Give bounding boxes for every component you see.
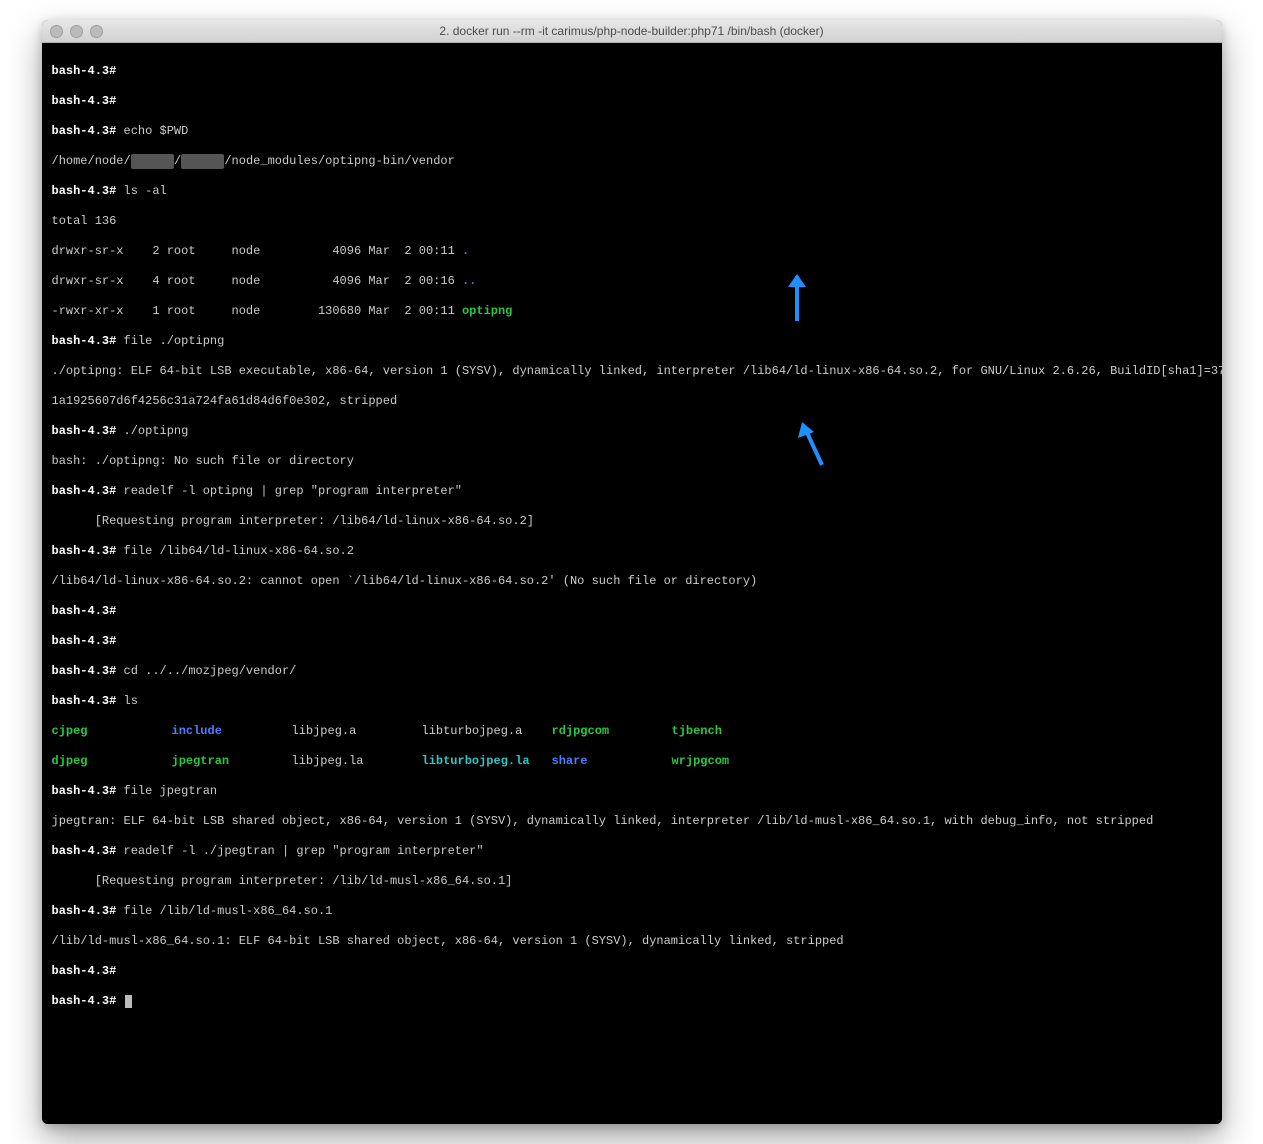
exec-name: rdjpgcom: [552, 724, 672, 739]
dir-name: ..: [462, 274, 476, 288]
cmd: cd ../../mozjpeg/vendor/: [124, 664, 297, 678]
prompt: bash-4.3#: [52, 424, 117, 438]
cmd: file ./optipng: [124, 334, 225, 348]
prompt: bash-4.3#: [52, 694, 117, 708]
cmd: readelf -l optipng | grep "program inter…: [124, 484, 462, 498]
output: drwxr-sr-x 4 root node 4096 Mar 2 00:16: [52, 274, 462, 288]
prompt: bash-4.3#: [52, 844, 117, 858]
cmd: ls: [124, 694, 138, 708]
output: [Requesting program interpreter: /lib/ld…: [52, 874, 1212, 889]
exec-name: cjpeg: [52, 724, 172, 739]
cmd: ./optipng: [124, 424, 189, 438]
dir-name: share: [552, 754, 672, 769]
terminal-body[interactable]: bash-4.3# bash-4.3# bash-4.3# echo $PWD …: [42, 43, 1222, 1124]
terminal-window: 2. docker run --rm -it carimus/php-node-…: [42, 20, 1222, 1124]
cmd: ls -al: [124, 184, 167, 198]
output: /node_modules/optipng-bin/vendor: [224, 154, 454, 168]
file-name: libturbojpeg.a: [422, 724, 552, 739]
output: ./optipng: ELF 64-bit LSB executable, x8…: [52, 364, 1212, 379]
prompt: bash-4.3#: [52, 544, 117, 558]
output: /lib/ld-musl-x86_64.so.1: ELF 64-bit LSB…: [52, 934, 1212, 949]
output: jpegtran: ELF 64-bit LSB shared object, …: [52, 814, 1212, 829]
output: total 136: [52, 214, 1212, 229]
prompt: bash-4.3#: [52, 484, 117, 498]
cmd: file /lib/ld-musl-x86_64.so.1: [124, 904, 333, 918]
redacted-text: xxxxxx: [181, 154, 224, 169]
cmd: file jpegtran: [124, 784, 218, 798]
prompt: bash-4.3#: [52, 334, 117, 348]
cmd: readelf -l ./jpegtran | grep "program in…: [124, 844, 484, 858]
prompt: bash-4.3#: [52, 64, 117, 78]
titlebar: 2. docker run --rm -it carimus/php-node-…: [42, 20, 1222, 43]
exec-name: optipng: [462, 304, 512, 318]
output: drwxr-sr-x 2 root node 4096 Mar 2 00:11: [52, 244, 462, 258]
exec-name: wrjpgcom: [672, 754, 730, 768]
redacted-text: xxxxxx: [131, 154, 174, 169]
file-name: libjpeg.la: [292, 754, 422, 769]
prompt: bash-4.3#: [52, 124, 117, 138]
cmd: echo $PWD: [124, 124, 189, 138]
output: /lib64/ld-linux-x86-64.so.2: cannot open…: [52, 574, 1212, 589]
file-name: libjpeg.a: [292, 724, 422, 739]
cmd: file /lib64/ld-linux-x86-64.so.2: [124, 544, 354, 558]
prompt: bash-4.3#: [52, 634, 117, 648]
prompt: bash-4.3#: [52, 664, 117, 678]
output: 1a1925607d6f4256c31a724fa61d84d6f0e302, …: [52, 394, 1212, 409]
cursor-icon: [125, 995, 132, 1008]
dir-name: include: [172, 724, 292, 739]
prompt: bash-4.3#: [52, 994, 117, 1008]
output: /home/node/: [52, 154, 131, 168]
prompt: bash-4.3#: [52, 184, 117, 198]
output: -rwxr-xr-x 1 root node 130680 Mar 2 00:1…: [52, 304, 462, 318]
dir-name: .: [462, 244, 469, 258]
prompt: bash-4.3#: [52, 964, 117, 978]
window-title: 2. docker run --rm -it carimus/php-node-…: [42, 24, 1222, 38]
prompt: bash-4.3#: [52, 604, 117, 618]
prompt: bash-4.3#: [52, 784, 117, 798]
exec-name: jpegtran: [172, 754, 292, 769]
exec-name: djpeg: [52, 754, 172, 769]
prompt: bash-4.3#: [52, 904, 117, 918]
file-name: libturbojpeg.la: [422, 754, 552, 769]
prompt: bash-4.3#: [52, 94, 117, 108]
exec-name: tjbench: [672, 724, 722, 738]
output: bash: ./optipng: No such file or directo…: [52, 454, 1212, 469]
output: [Requesting program interpreter: /lib64/…: [52, 514, 1212, 529]
